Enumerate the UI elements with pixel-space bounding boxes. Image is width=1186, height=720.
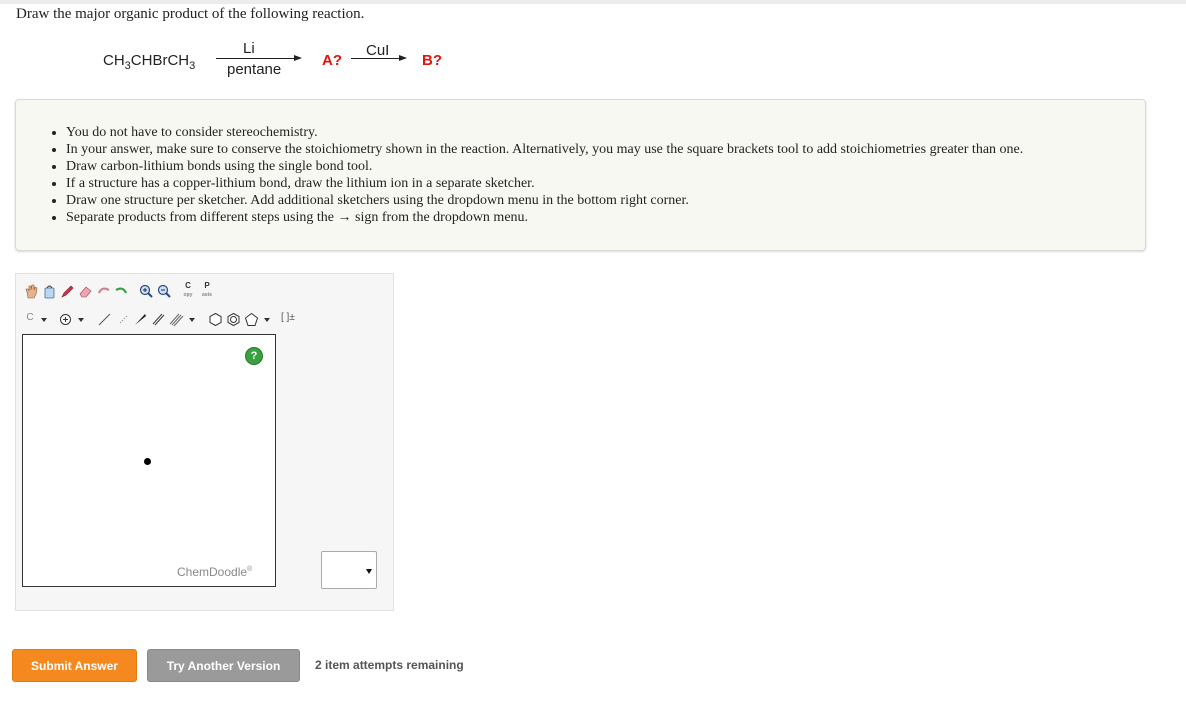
intermediate-a: A? [322,52,342,69]
instruction-item: Draw one structure per sketcher. Add add… [66,192,1023,209]
double-bond-icon[interactable] [151,312,166,327]
instruction-item: Separate products from different steps u… [66,209,1023,226]
instruction-item: Draw carbon-lithium bonds using the sing… [66,158,1023,175]
instructions-list: You do not have to consider stereochemis… [66,124,1023,226]
cyclohexane-icon[interactable] [208,312,223,327]
product-b: B? [422,52,442,69]
question-text: Draw the major organic product of the fo… [16,6,365,22]
add-sketcher-dropdown[interactable] [321,551,377,589]
redo-icon[interactable] [114,284,129,299]
step1-reagent: Li [243,40,255,57]
chevron-down-icon[interactable] [41,317,47,322]
step1-solvent: pentane [227,61,282,78]
benzene-icon[interactable] [226,312,241,327]
single-bond-icon[interactable] [97,312,112,327]
reaction-arrow-2 [351,55,407,61]
lasso-icon[interactable] [42,284,57,299]
try-another-version-button[interactable]: Try Another Version [147,649,300,682]
attempts-remaining: 2 item attempts remaining [315,658,464,672]
chevron-down-icon[interactable] [264,317,270,322]
instruction-item: If a structure has a copper-lithium bond… [66,175,1023,192]
step2-reagent: CuI [366,42,390,59]
zoom-out-icon[interactable] [157,284,172,299]
submit-answer-button[interactable]: Submit Answer [12,649,137,682]
sketcher-panel: Copy Paste C []± ? ChemDoodle® [15,273,394,611]
eraser-icon[interactable] [78,284,93,299]
sketcher-canvas[interactable]: ? ChemDoodle® [22,334,276,587]
undo-icon[interactable] [96,284,111,299]
chevron-down-icon [366,569,372,574]
reaction-arrow-1 [216,55,302,61]
hashed-bond-icon[interactable] [115,312,130,327]
copy-icon[interactable]: Copy [180,282,196,300]
chemdoodle-brand: ChemDoodle® [177,565,253,579]
sketcher-toolbar-bottom: C [ ]± [24,312,304,327]
hand-icon[interactable] [24,284,39,299]
help-icon[interactable]: ? [245,347,263,365]
reactant-formula: CH3CHBrCH3 [103,52,196,72]
chevron-down-icon[interactable] [189,317,195,322]
instruction-item: You do not have to consider stereochemis… [66,124,1023,141]
atom-dot [144,458,151,465]
top-border [0,0,1186,4]
paste-icon[interactable]: Paste [199,282,215,300]
triple-bond-icon[interactable] [169,312,184,327]
paste-label: P [204,281,210,290]
sketcher-toolbar-top: Copy Paste [24,282,218,300]
element-selector[interactable]: C [24,312,36,327]
cyclopentane-icon[interactable] [244,312,259,327]
pencil-icon[interactable] [60,284,75,299]
copy-label: C [185,281,191,290]
instructions-box: You do not have to consider stereochemis… [15,99,1146,251]
copy-sub: opy [183,292,193,298]
reaction-scheme: CH3CHBrCH3 Li pentane A? CuI B? [0,38,700,88]
instruction-item: In your answer, make sure to conserve th… [66,141,1023,158]
wedge-bond-icon[interactable] [133,312,148,327]
paste-sub: aste [201,292,212,298]
brackets-icon[interactable]: [ ]± [281,312,301,327]
chevron-down-icon[interactable] [78,317,84,322]
zoom-in-icon[interactable] [139,284,154,299]
charge-plus-icon[interactable] [58,312,73,327]
